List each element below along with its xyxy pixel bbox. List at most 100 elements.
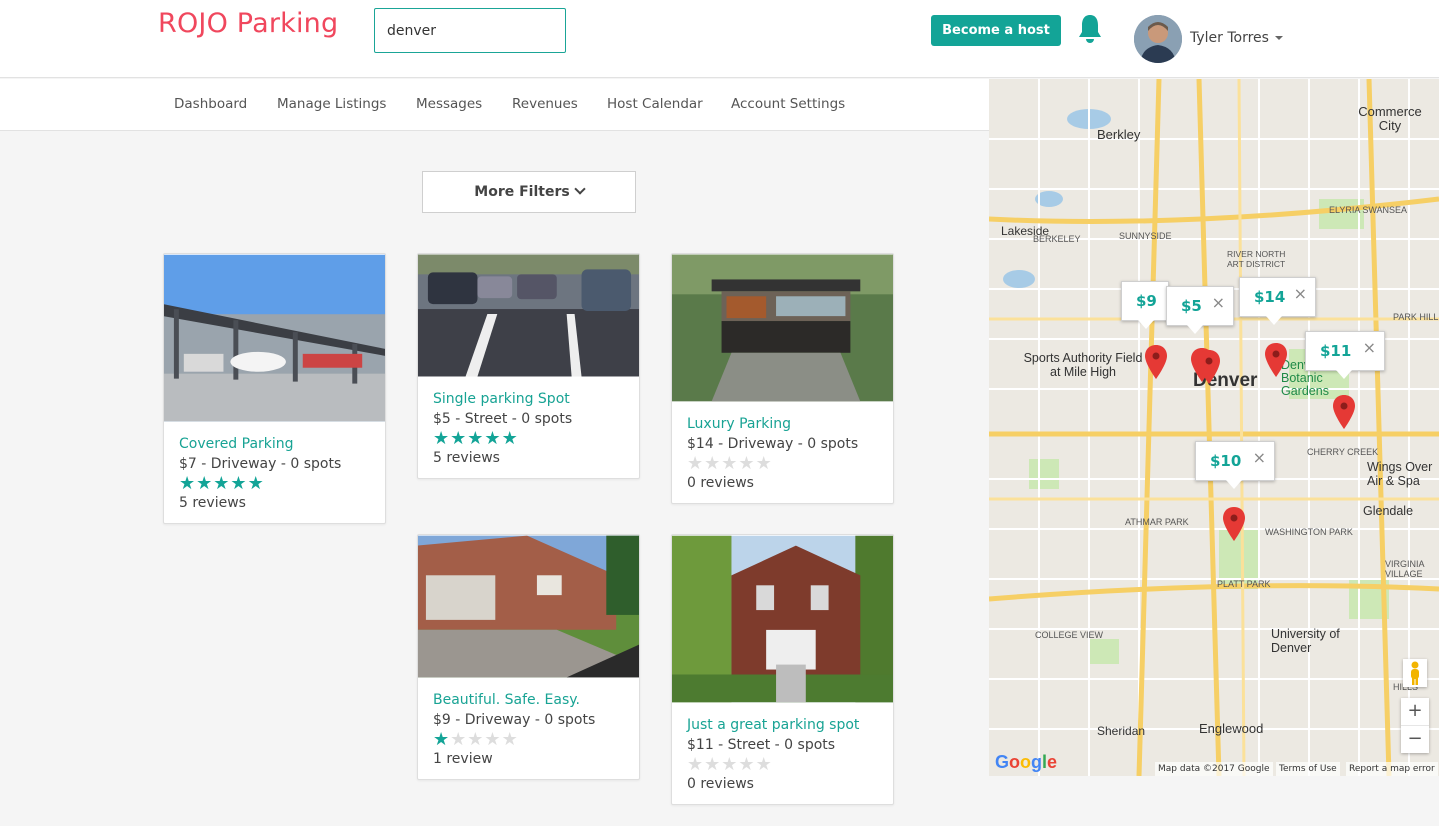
rating-stars: ★★★★★ (687, 755, 878, 775)
map-pin-icon[interactable] (1265, 343, 1287, 377)
star-icon: ★ (721, 754, 739, 775)
listing-meta: $5 - Street - 0 spots (433, 411, 573, 427)
nav-manage-listings[interactable]: Manage Listings (277, 96, 386, 112)
map-label: WASHINGTON PARK (1265, 527, 1353, 537)
search-input[interactable] (374, 8, 566, 53)
map-canvas (989, 79, 1439, 776)
price-callout[interactable]: $14 × (1239, 277, 1316, 325)
nav-revenues[interactable]: Revenues (512, 96, 578, 112)
map-label: University of Denver (1271, 627, 1340, 655)
star-icon: ★ (484, 428, 502, 449)
map-label: BERKELEY (1033, 234, 1081, 244)
callout-price: $9 (1136, 292, 1157, 310)
listing-title[interactable]: Luxury Parking (687, 416, 878, 432)
listing-card[interactable]: Luxury Parking $14 - Driveway - 0 spots … (671, 253, 894, 504)
star-icon: ★ (687, 453, 705, 474)
map-label: ELYRIA SWANSEA (1329, 205, 1408, 215)
listing-meta: $9 - Driveway - 0 spots (433, 712, 596, 728)
star-icon: ★ (738, 453, 756, 474)
zoom-in-button[interactable]: + (1401, 698, 1429, 725)
map-label: ATHMAR PARK (1125, 517, 1189, 527)
more-filters-button[interactable]: More Filters (422, 171, 636, 213)
callout-price: $11 (1320, 342, 1352, 360)
star-icon: ★ (179, 473, 197, 494)
star-icon: ★ (213, 473, 231, 494)
star-icon: ★ (247, 473, 265, 494)
listing-title[interactable]: Beautiful. Safe. Easy. (433, 692, 624, 708)
map-label: Sheridan (1097, 724, 1146, 738)
close-icon[interactable]: × (1212, 293, 1225, 312)
star-icon: ★ (704, 453, 722, 474)
star-icon: ★ (721, 453, 739, 474)
star-icon: ★ (433, 729, 451, 750)
map-label: CHERRY CREEK (1307, 447, 1379, 457)
google-logo[interactable]: Google (995, 752, 1057, 773)
listing-card[interactable]: Single parking Spot $5 - Street - 0 spot… (417, 253, 640, 479)
listing-title[interactable]: Covered Parking (179, 436, 370, 452)
rating-stars: ★★★★★ (433, 730, 624, 750)
star-icon: ★ (687, 754, 705, 775)
star-icon: ★ (467, 428, 485, 449)
map-label: Glendale (1363, 504, 1414, 518)
listing-photo (418, 535, 639, 678)
user-name: Tyler Torres (1190, 30, 1269, 46)
listing-photo (164, 254, 385, 422)
listing-title[interactable]: Just a great parking spot (687, 717, 878, 733)
map-label: Wings Over Air & Spa (1367, 460, 1433, 488)
map-pin-icon[interactable] (1223, 507, 1245, 541)
zoom-out-button[interactable]: − (1401, 725, 1429, 752)
top-header: ROJO Parking Become a host Tyler Torres (0, 0, 1439, 78)
map-pin-icon[interactable] (1198, 350, 1220, 384)
map-label: RIVER NORTH ART DISTRICT (1227, 249, 1286, 269)
map-data-attribution: Map data ©2017 Google (1155, 762, 1273, 776)
street-view-pegman-icon[interactable] (1403, 659, 1427, 687)
nav-host-calendar[interactable]: Host Calendar (607, 96, 703, 112)
review-count: 1 review (433, 751, 493, 767)
listing-card[interactable]: Just a great parking spot $11 - Street -… (671, 534, 894, 805)
rating-stars: ★★★★★ (433, 429, 624, 449)
rating-stars: ★★★★★ (179, 474, 370, 494)
more-filters-label: More Filters (474, 184, 570, 200)
become-host-button[interactable]: Become a host (931, 15, 1061, 46)
star-icon: ★ (484, 729, 502, 750)
listing-meta: $11 - Street - 0 spots (687, 737, 836, 753)
nav-account-settings[interactable]: Account Settings (731, 96, 845, 112)
price-callout[interactable]: $5 × (1166, 286, 1234, 334)
map-pin-icon[interactable] (1145, 345, 1167, 379)
nav-messages[interactable]: Messages (416, 96, 482, 112)
listing-photo (672, 254, 893, 402)
map-label: Commerce City (1358, 104, 1422, 133)
avatar[interactable] (1134, 15, 1182, 63)
listing-card[interactable]: Covered Parking $7 - Driveway - 0 spots … (163, 253, 386, 524)
map-label: Sports Authority Field at Mile High (1023, 351, 1143, 379)
map-view[interactable]: Berkley Commerce City Lakeside Sports Au… (989, 79, 1439, 776)
terms-link[interactable]: Terms of Use (1276, 762, 1340, 776)
listing-meta: $7 - Driveway - 0 spots (179, 456, 342, 472)
star-icon: ★ (738, 754, 756, 775)
price-callout[interactable]: $11 × (1305, 331, 1385, 379)
map-pin-icon[interactable] (1333, 395, 1355, 429)
user-menu[interactable]: Tyler Torres (1190, 30, 1283, 46)
map-label: Englewood (1199, 721, 1264, 736)
star-icon: ★ (433, 428, 451, 449)
listing-card[interactable]: Beautiful. Safe. Easy. $9 - Driveway - 0… (417, 534, 640, 780)
review-count: 0 reviews (687, 776, 754, 792)
nav-dashboard[interactable]: Dashboard (174, 96, 247, 112)
star-icon: ★ (230, 473, 248, 494)
price-callout[interactable]: $10 × (1195, 441, 1275, 489)
listing-title[interactable]: Single parking Spot (433, 391, 624, 407)
brand-logo[interactable]: ROJO Parking (158, 8, 338, 39)
listing-photo (672, 535, 893, 703)
chevron-down-icon (574, 183, 586, 195)
review-count: 5 reviews (433, 450, 500, 466)
map-label: COLLEGE VIEW (1035, 630, 1104, 640)
close-icon[interactable]: × (1294, 284, 1307, 303)
report-map-error-link[interactable]: Report a map error (1346, 762, 1438, 776)
price-callout[interactable]: $9 (1121, 281, 1169, 329)
close-icon[interactable]: × (1363, 338, 1376, 357)
close-icon[interactable]: × (1253, 448, 1266, 467)
map-label: Berkley (1097, 127, 1141, 142)
map-label: VIRGINIA VILLAGE (1385, 559, 1425, 579)
map-label: PLATT PARK (1217, 579, 1271, 589)
bell-icon[interactable] (1076, 13, 1104, 45)
